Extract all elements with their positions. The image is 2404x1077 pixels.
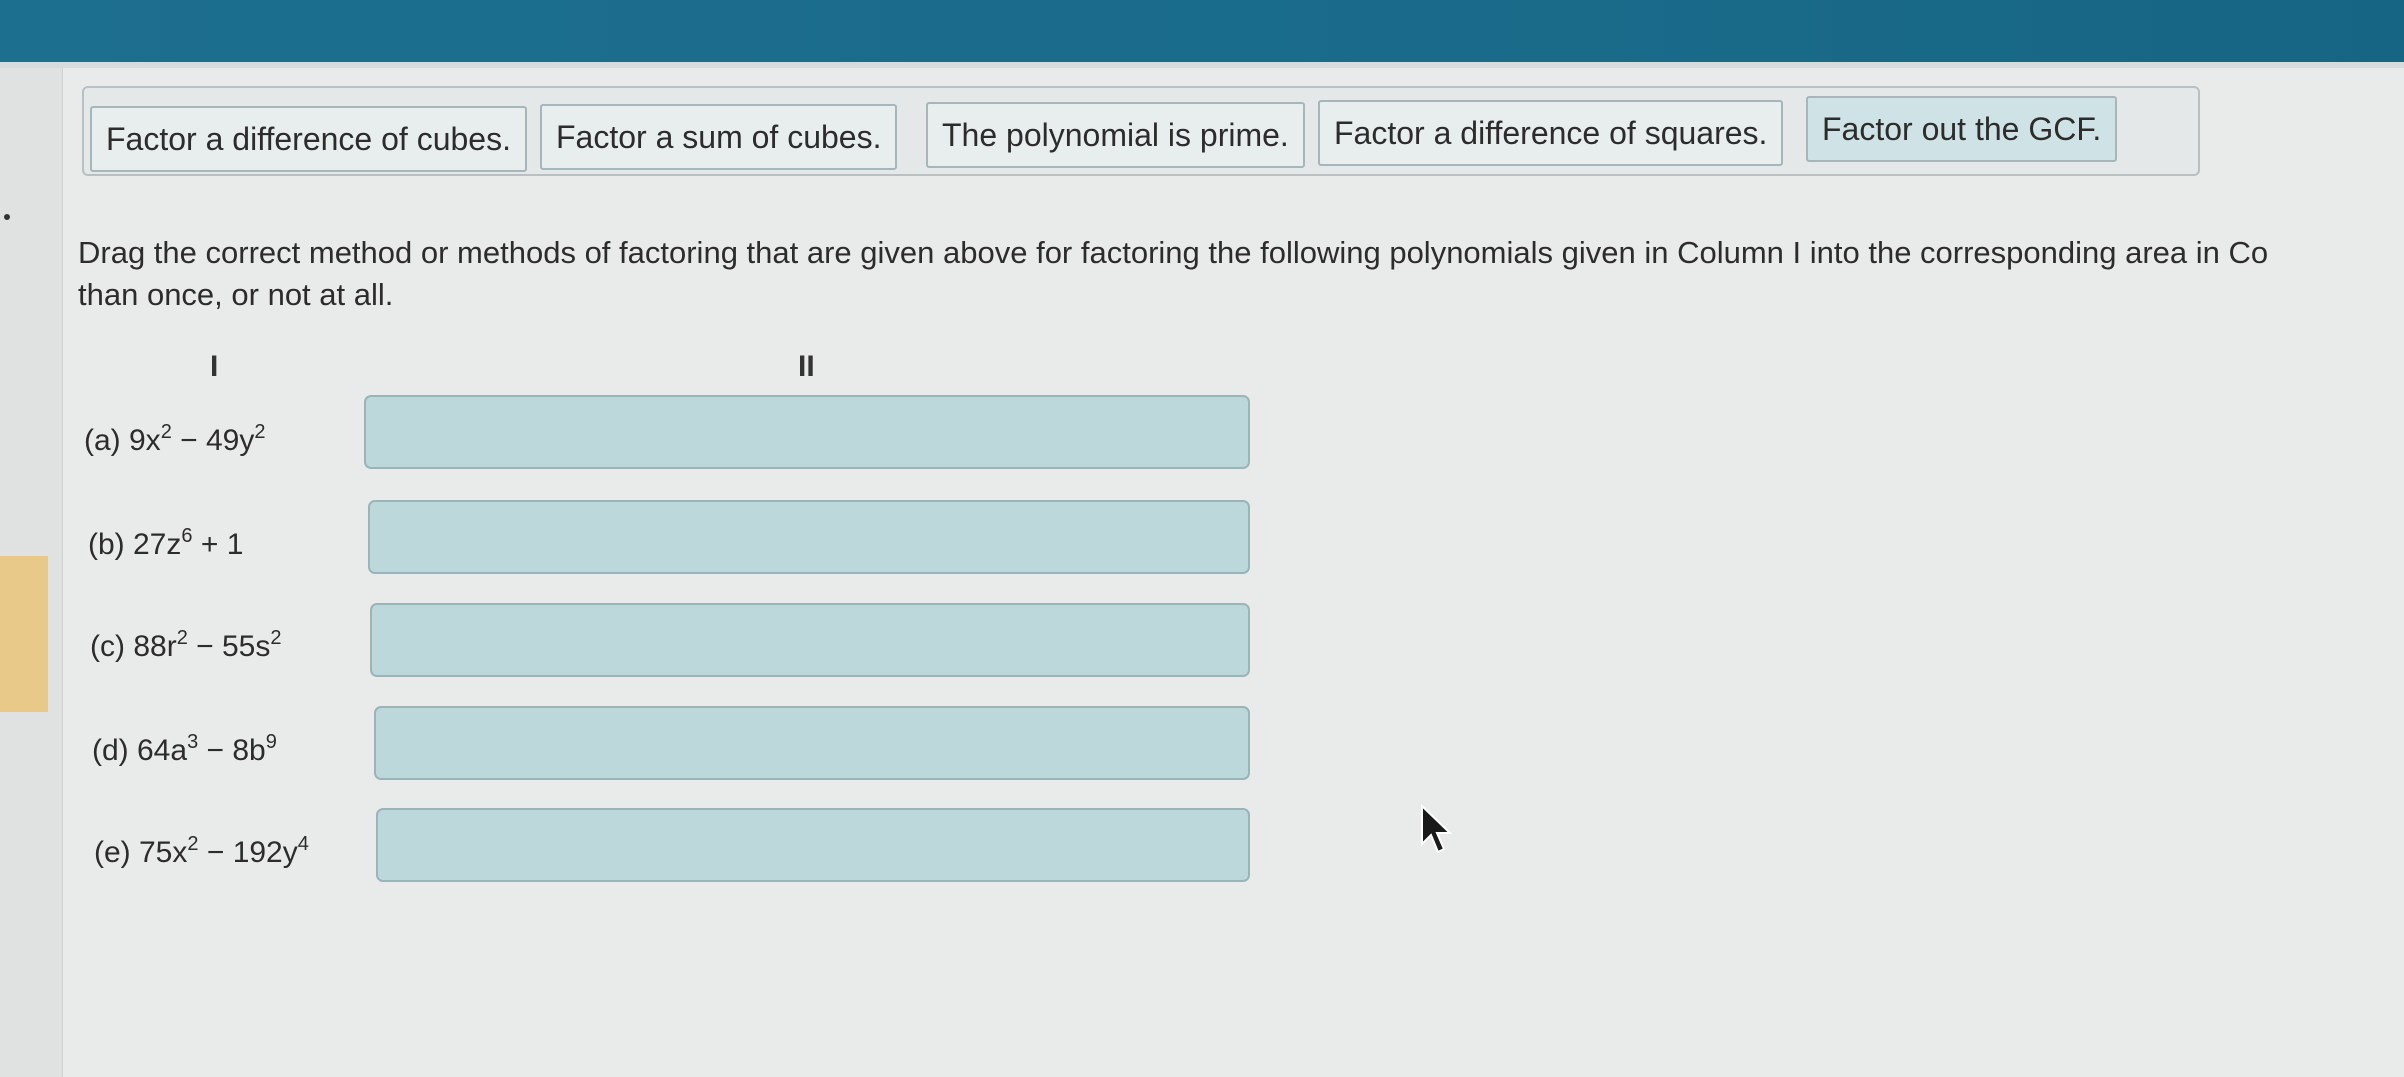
exponent: 2	[254, 421, 266, 443]
exponent: 2	[187, 833, 199, 855]
top-bar-divider	[0, 62, 2404, 68]
instructions-line-1: Drag the correct method or methods of fa…	[78, 235, 2269, 270]
polynomial-term: + 1	[192, 528, 244, 561]
polynomial-term: 9x	[129, 424, 161, 457]
polynomial-term: 75x	[139, 836, 188, 869]
polynomial-letter: (a)	[84, 424, 129, 457]
method-tile-gcf[interactable]: Factor out the GCF.	[1806, 96, 2118, 162]
drop-zone-d[interactable]	[374, 706, 1250, 780]
polynomial-term: 88r	[133, 630, 177, 663]
exponent: 4	[297, 833, 309, 855]
polynomial-term: 64a	[137, 734, 188, 767]
top-bar	[0, 0, 2404, 62]
column-2-header: II	[798, 350, 815, 383]
polynomial-a: (a) 9x2 − 49y2	[84, 421, 266, 458]
bullet-dot	[4, 214, 10, 220]
polynomial-letter: (c)	[90, 630, 134, 663]
sticky-note	[0, 556, 48, 712]
polynomial-letter: (b)	[88, 528, 133, 561]
instructions: Drag the correct method or methods of fa…	[78, 232, 2404, 316]
exponent: 9	[265, 731, 277, 753]
method-tile-sum-of-cubes[interactable]: Factor a sum of cubes.	[540, 104, 898, 170]
polynomial-term: − 8b	[198, 734, 266, 767]
exponent: 6	[181, 525, 193, 547]
exponent: 2	[270, 627, 282, 649]
polynomial-e: (e) 75x2 − 192y4	[94, 833, 309, 870]
method-tile-prime[interactable]: The polynomial is prime.	[926, 102, 1305, 168]
polynomial-letter: (e)	[94, 836, 139, 869]
drop-zone-c[interactable]	[370, 603, 1250, 677]
drop-zone-b[interactable]	[368, 500, 1250, 574]
polynomial-term: − 192y	[198, 836, 298, 869]
column-1-header: I	[210, 350, 219, 383]
mouse-pointer-icon	[1421, 804, 1453, 854]
exponent: 2	[160, 421, 172, 443]
polynomial-d: (d) 64a3 − 8b9	[92, 731, 277, 768]
method-tile-difference-of-squares[interactable]: Factor a difference of squares.	[1318, 100, 1784, 166]
method-tile-difference-of-cubes[interactable]: Factor a difference of cubes.	[90, 106, 527, 172]
polynomial-term: 27z	[133, 528, 182, 561]
polynomial-c: (c) 88r2 − 55s2	[90, 627, 282, 664]
polynomial-letter: (d)	[92, 734, 137, 767]
drop-zone-e[interactable]	[376, 808, 1250, 882]
drop-zone-a[interactable]	[364, 395, 1250, 469]
polynomial-b: (b) 27z6 + 1	[88, 525, 244, 562]
polynomial-term: − 55s	[187, 630, 271, 663]
exponent: 3	[187, 731, 199, 753]
polynomial-term: − 49y	[171, 424, 255, 457]
instructions-line-2: than once, or not at all.	[78, 277, 394, 312]
exponent: 2	[176, 627, 188, 649]
